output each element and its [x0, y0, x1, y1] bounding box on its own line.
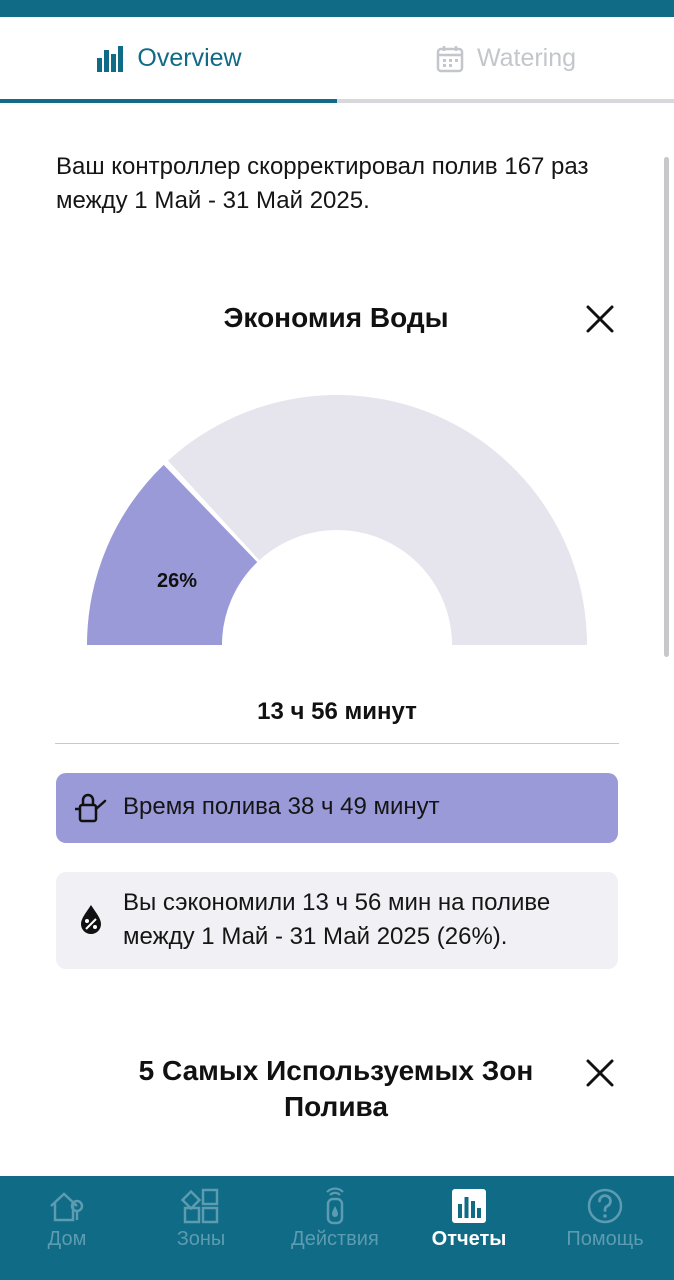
top-zones-title: 5 Самых Используемых Зон Полива [56, 1053, 616, 1125]
calendar-icon [436, 45, 464, 72]
tab-watering-label: Watering [476, 44, 577, 72]
nav-item-zones[interactable]: Зоны [134, 1176, 268, 1280]
bottom-nav: Дом Зоны Действия Отчеты Помощь [0, 1176, 674, 1280]
nav-item-actions[interactable]: Действия [268, 1176, 402, 1280]
nav-label-actions: Действия [291, 1228, 379, 1250]
tab-overview[interactable]: Overview [0, 17, 337, 100]
nav-item-reports[interactable]: Отчеты [402, 1176, 536, 1280]
controller-icon [326, 1187, 344, 1225]
top-zones-close-button[interactable] [582, 1055, 618, 1091]
top-zones-title-line2: Полива [284, 1091, 388, 1122]
water-savings-gauge [87, 395, 587, 645]
nav-label-zones: Зоны [176, 1228, 226, 1250]
gauge-percent-label: 26% [156, 570, 198, 592]
status-strip [0, 0, 674, 17]
top-tabs: Overview Watering [0, 17, 674, 103]
reports-icon [452, 1189, 486, 1223]
saved-info-text-line2: между 1 Май - 31 Май 2025 (26%). [123, 923, 508, 950]
water-savings-close-button[interactable] [582, 301, 618, 337]
saved-info-text-line1: Вы сэкономили 13 ч 56 мин на поливе [123, 889, 551, 916]
water-savings-title: Экономия Воды [223, 302, 449, 333]
nav-label-home: Дом [47, 1228, 87, 1250]
tab-watering[interactable]: Watering [337, 17, 674, 100]
nav-item-home[interactable]: Дом [0, 1176, 134, 1280]
watering-time-box: Время полива 38 ч 49 минут [56, 773, 618, 843]
nav-label-reports: Отчеты [431, 1228, 507, 1250]
saved-info-box: Вы сэкономили 13 ч 56 мин на поливе межд… [56, 872, 618, 969]
nav-item-help[interactable]: Помощь [536, 1176, 674, 1280]
tab-overview-label: Overview [137, 44, 242, 72]
scrollbar[interactable] [664, 157, 669, 657]
nav-label-help: Помощь [566, 1228, 644, 1250]
close-icon [586, 1059, 614, 1087]
close-icon [586, 305, 614, 333]
summary-text: Ваш контроллер скорректировал полив 167 … [56, 153, 589, 214]
saved-time: 13 ч 56 минут [257, 698, 417, 725]
top-zones-title-line1: 5 Самых Используемых Зон [138, 1055, 534, 1086]
tab-underline-active [0, 99, 337, 103]
home-icon [50, 1192, 84, 1222]
help-icon [587, 1188, 623, 1224]
divider [55, 743, 619, 744]
gauge-remaining-segment [168, 395, 587, 645]
zones-icon [181, 1188, 219, 1224]
water-drop-percent-icon [81, 905, 101, 934]
bar-chart-icon [97, 45, 124, 72]
watering-time-text: Время полива 38 ч 49 минут [123, 793, 440, 820]
watering-can-icon [75, 793, 107, 823]
